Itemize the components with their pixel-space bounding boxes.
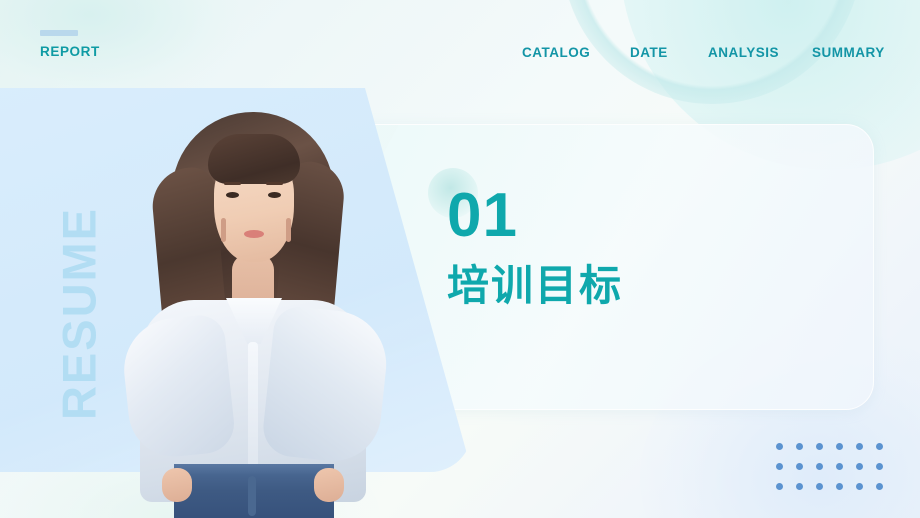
decor-dot xyxy=(796,443,803,450)
section-number: 01 xyxy=(447,181,518,250)
brand-label: REPORT xyxy=(40,44,100,59)
slide-canvas: REPORT CATALOG DATE ANALYSIS SUMMARY RES… xyxy=(0,0,920,518)
decor-dot xyxy=(876,463,883,470)
decor-dot xyxy=(856,483,863,490)
person-jeans-drawstring xyxy=(248,476,256,516)
person-hair-fringe xyxy=(208,134,300,184)
main-nav: CATALOG DATE ANALYSIS SUMMARY xyxy=(500,44,900,88)
person-lips xyxy=(244,230,264,238)
decor-dot xyxy=(836,443,843,450)
person-eyebrow-left xyxy=(224,182,241,185)
nav-item-catalog[interactable]: CATALOG xyxy=(522,44,590,61)
decor-dot xyxy=(856,463,863,470)
brand: REPORT xyxy=(40,30,180,59)
nav-item-summary[interactable]: SUMMARY xyxy=(812,44,890,61)
decor-dot xyxy=(776,483,783,490)
top-bar: REPORT CATALOG DATE ANALYSIS SUMMARY xyxy=(0,0,920,88)
person-blouse-ruffle-right xyxy=(260,304,392,466)
brand-accent-bar xyxy=(40,30,78,36)
person-eye-left xyxy=(226,192,239,198)
person-eye-right xyxy=(268,192,281,198)
person-blouse-ruffle-left xyxy=(119,312,237,462)
person-hand-left xyxy=(162,468,192,502)
decor-dot xyxy=(876,443,883,450)
decor-dot xyxy=(796,483,803,490)
resume-vertical-label: RESUME xyxy=(52,206,106,421)
person-eyebrow-right xyxy=(266,182,283,185)
decor-dot xyxy=(876,483,883,490)
nav-item-analysis[interactable]: ANALYSIS xyxy=(708,44,779,61)
person-hand-right xyxy=(314,468,344,502)
decor-dot xyxy=(816,483,823,490)
section-title: 培训目标 xyxy=(447,261,624,310)
decor-dot xyxy=(776,443,783,450)
decor-dot xyxy=(816,463,823,470)
decor-dot xyxy=(836,463,843,470)
person-ear-left xyxy=(221,218,226,242)
person-ear-right xyxy=(286,218,291,242)
nav-item-date[interactable]: DATE xyxy=(630,44,668,61)
decor-dot xyxy=(816,443,823,450)
dot-grid-decoration xyxy=(776,443,888,495)
decor-dot xyxy=(776,463,783,470)
decor-dot xyxy=(836,483,843,490)
decor-dot xyxy=(856,443,863,450)
decor-dot xyxy=(796,463,803,470)
person-photo xyxy=(118,96,392,518)
person-blouse-placket xyxy=(248,342,258,470)
person-jeans-waistband xyxy=(174,464,334,476)
